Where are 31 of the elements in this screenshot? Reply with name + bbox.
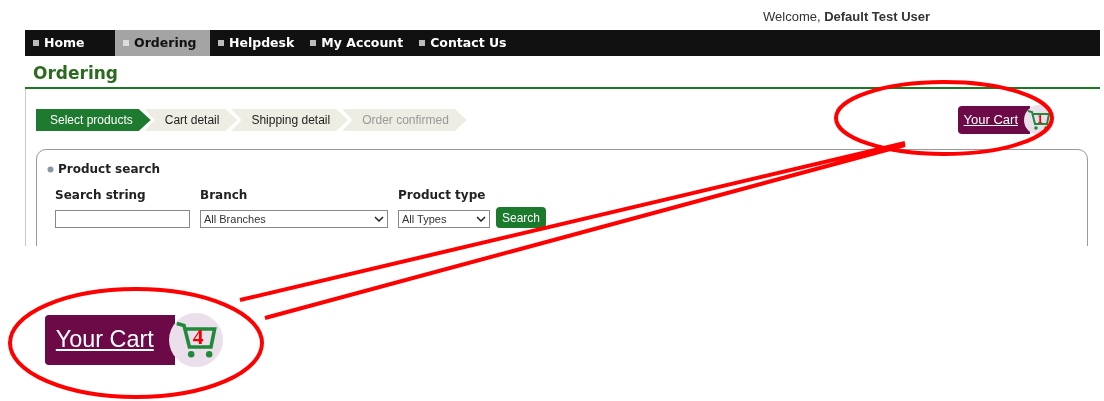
cart-link[interactable]: Your Cart <box>957 106 1030 134</box>
cart-count: 4 <box>192 327 204 349</box>
panel-title: Product search <box>58 161 161 178</box>
chevron-down-icon <box>374 216 384 222</box>
nav-tab[interactable]: Contact Us <box>411 30 515 56</box>
bullet-icon <box>310 40 317 46</box>
step-tab[interactable]: Select products <box>36 109 151 131</box>
dropdown[interactable]: All Branches <box>200 210 388 228</box>
nav-tab[interactable]: Helpdesk <box>210 30 303 56</box>
bullet-icon <box>419 40 426 46</box>
nav-tab[interactable]: My Account <box>302 30 412 56</box>
cart-link[interactable]: Your Cart <box>45 315 176 365</box>
step-tab[interactable]: Shipping detail <box>231 109 349 131</box>
chevron-down-icon <box>476 216 486 222</box>
page-title: Ordering <box>33 63 119 83</box>
bullet-icon <box>47 165 54 173</box>
step-tab[interactable]: Cart detail <box>144 109 238 131</box>
nav-tab[interactable]: Ordering <box>115 30 210 56</box>
field-label: Product type <box>398 187 487 204</box>
field-label: Branch <box>200 187 249 204</box>
field-label: Search string <box>55 187 147 204</box>
cart-icon <box>174 320 218 360</box>
cart-count: 1 <box>1037 113 1043 125</box>
dropdown[interactable]: All Types <box>398 210 490 228</box>
bullet-icon <box>33 40 39 46</box>
search-button[interactable]: Search <box>496 207 547 228</box>
bullet-icon <box>218 40 224 46</box>
welcome-text: Welcome, Default Test User <box>763 9 931 24</box>
nav-tab[interactable]: Home <box>25 30 115 56</box>
bullet-icon <box>123 40 129 46</box>
search-field[interactable] <box>55 210 190 228</box>
